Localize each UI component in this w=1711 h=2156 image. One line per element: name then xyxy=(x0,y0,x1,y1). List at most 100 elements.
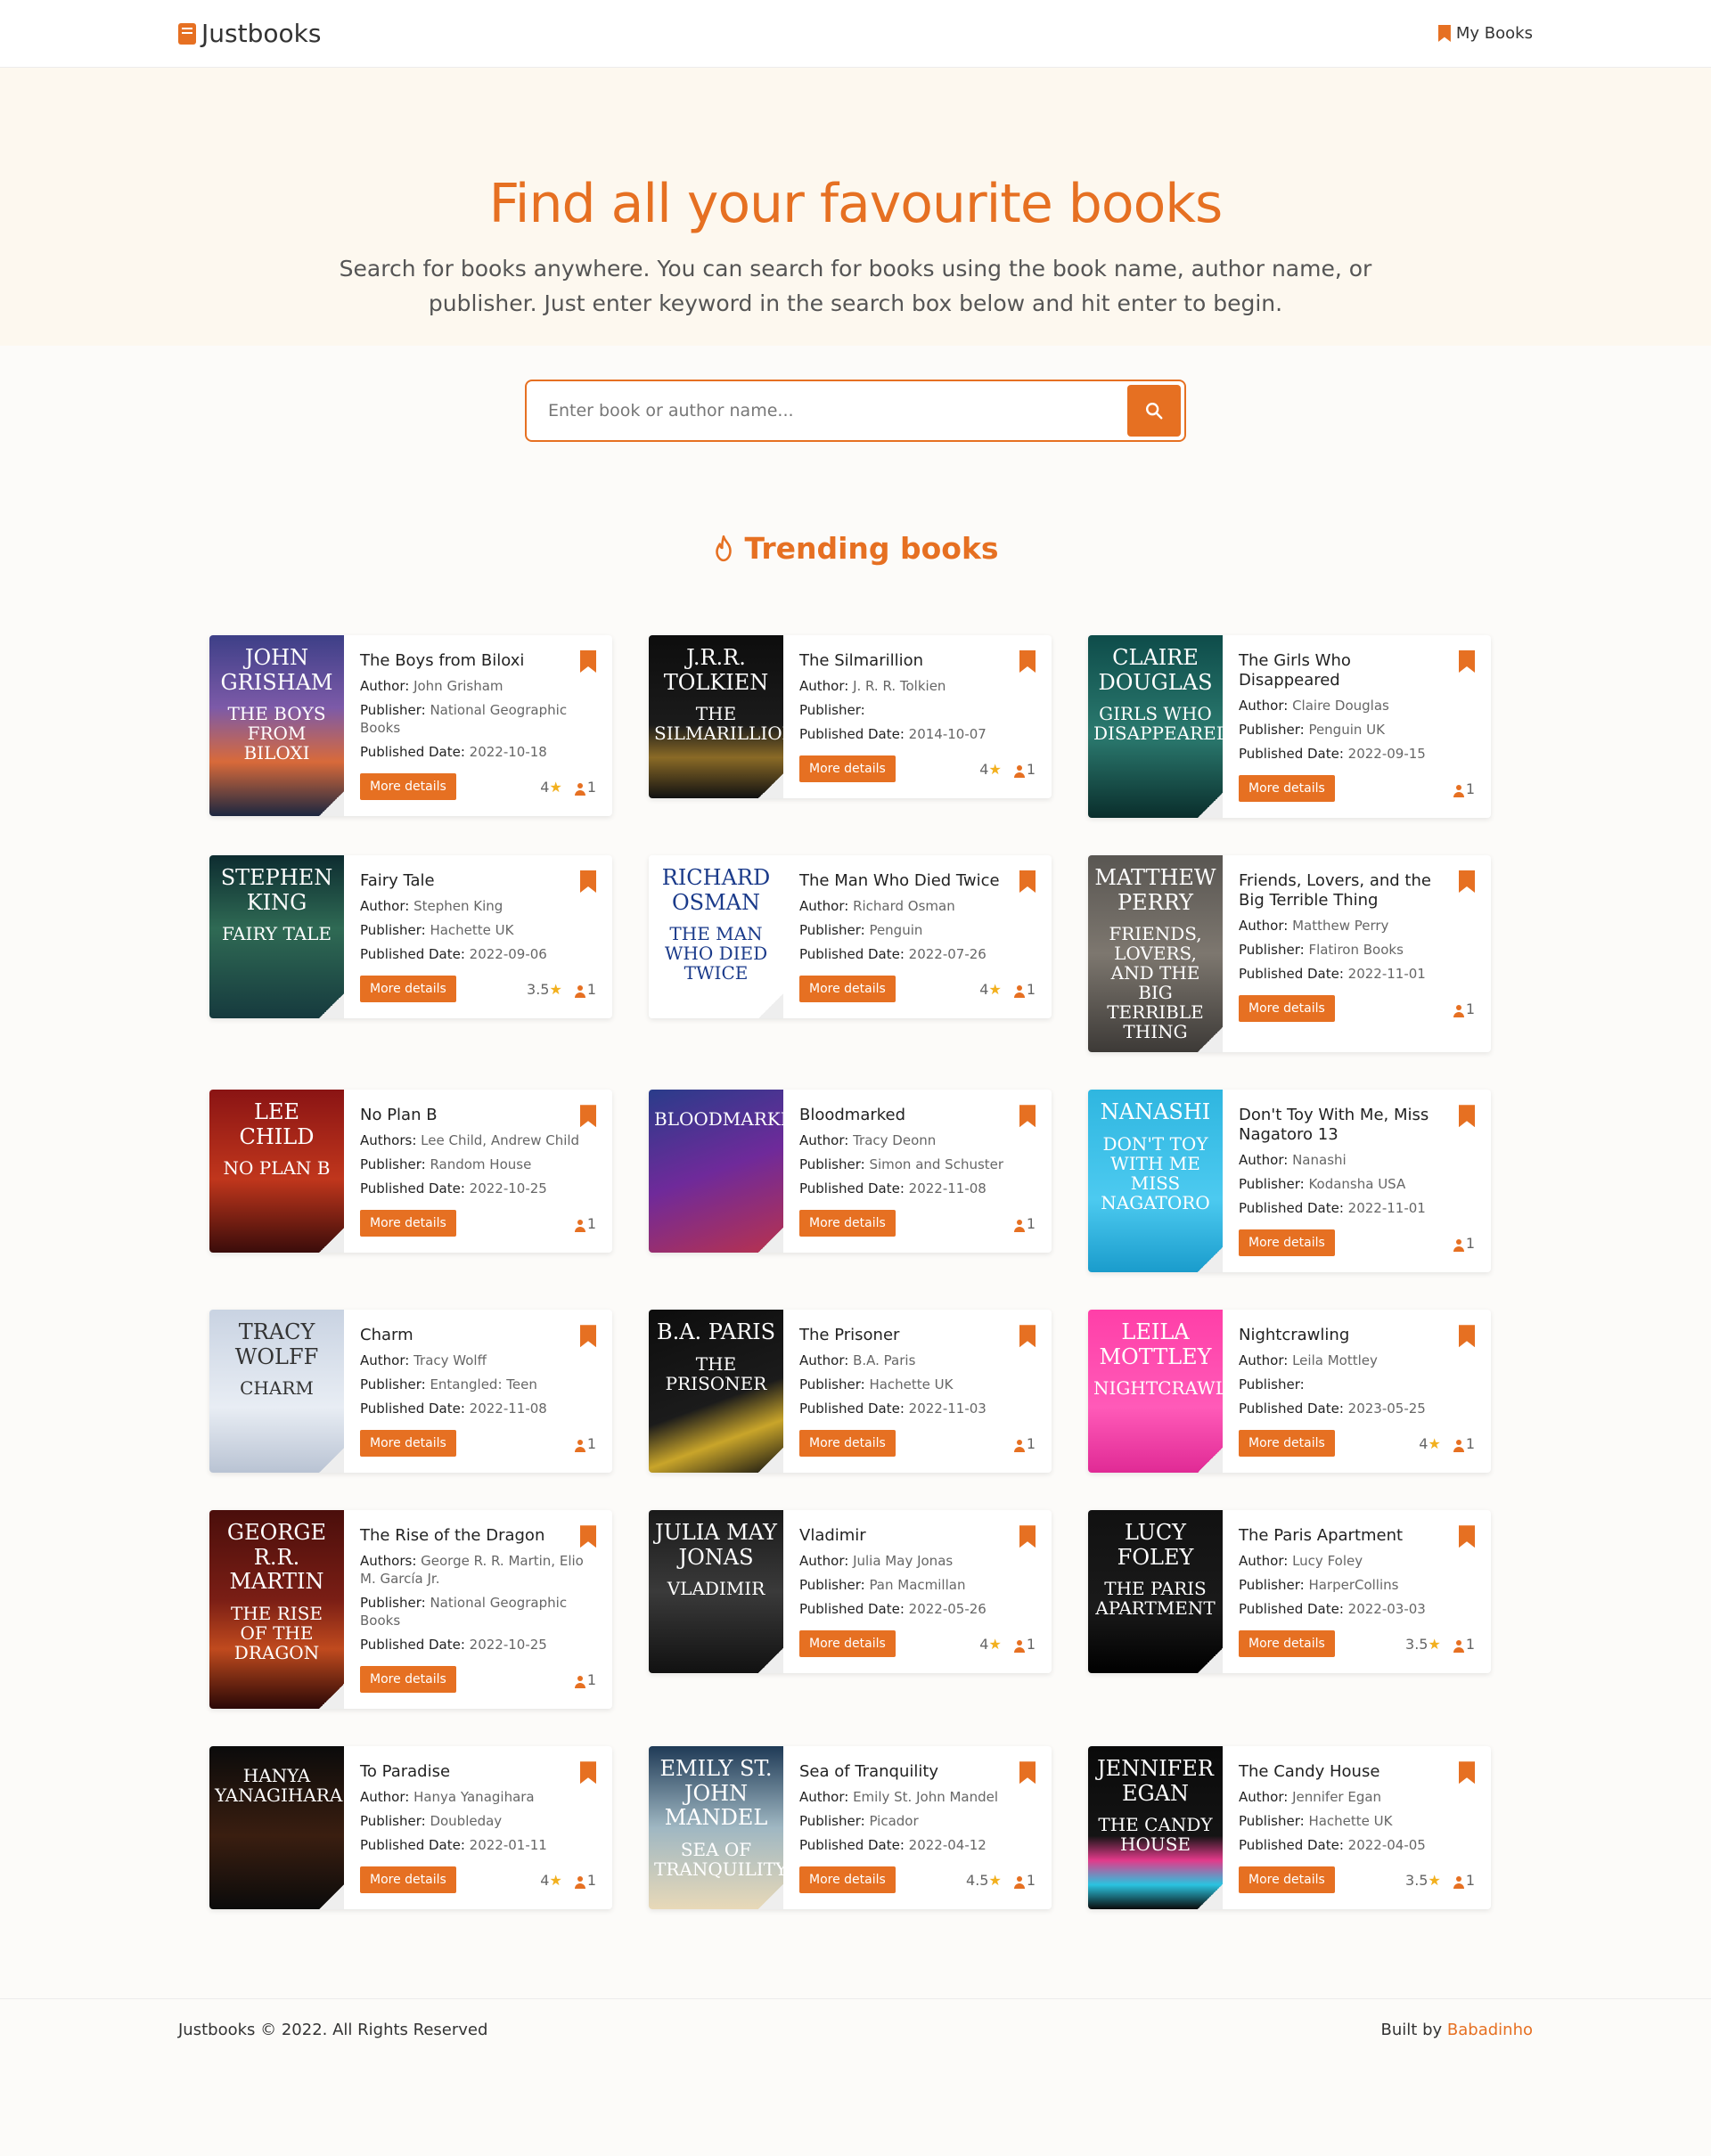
card-footer: More details 4★ 1 xyxy=(799,1630,1036,1658)
book-cover[interactable]: Stephen King Fairy Tale xyxy=(209,855,344,1018)
book-cover[interactable]: John Grisham The Boys from Biloxi xyxy=(209,635,344,816)
author-label: Author: xyxy=(360,1352,410,1369)
more-details-button[interactable]: More details xyxy=(799,1630,896,1658)
published-row: Published Date: 2022-07-26 xyxy=(799,945,1036,963)
more-details-button[interactable]: More details xyxy=(360,1866,456,1894)
publisher-value: Kodansha USA xyxy=(1308,1176,1406,1193)
rating-value: 4 xyxy=(540,778,550,796)
cover-title: Friends, Lovers, and the Big Terrible Th… xyxy=(1107,923,1204,1043)
published-value: 2022-10-25 xyxy=(469,1637,547,1654)
more-details-button[interactable]: More details xyxy=(360,976,456,1002)
book-cover[interactable]: Bloodmarked xyxy=(649,1090,783,1254)
users: 1 xyxy=(1453,1636,1475,1653)
cover-author: Stephen King xyxy=(220,865,333,915)
users: 1 xyxy=(1013,761,1036,778)
author-row: Author: Claire Douglas xyxy=(1239,697,1475,715)
book-cover[interactable]: J.R.R. Tolkien The Silmarillion xyxy=(649,635,783,798)
author-label: Author: xyxy=(360,678,410,694)
book-meta: 4★ 1 xyxy=(540,1872,596,1889)
more-details-button[interactable]: More details xyxy=(799,755,896,782)
book-info: Vladimir Author: Julia May Jonas Publish… xyxy=(783,1510,1052,1673)
brand-logo[interactable]: Justbooks xyxy=(178,19,321,48)
book-cover[interactable]: Jennifer Egan The Candy House xyxy=(1088,1746,1223,1910)
more-details-button[interactable]: More details xyxy=(1239,775,1335,802)
book-grid: John Grisham The Boys from Biloxi The Bo… xyxy=(209,635,1502,1947)
more-details-button[interactable]: More details xyxy=(1239,1630,1335,1658)
rating-value: 4.5 xyxy=(966,1871,989,1889)
book-cover[interactable]: Tracy Wolff Charm xyxy=(209,1310,344,1474)
page-curl xyxy=(1198,1648,1223,1674)
user-icon xyxy=(1013,764,1025,778)
more-details-button[interactable]: More details xyxy=(360,1666,456,1694)
my-books-link[interactable]: My Books xyxy=(1437,24,1533,43)
publisher-label: Publisher: xyxy=(1239,942,1305,958)
author-row: Author: Matthew Perry xyxy=(1239,917,1475,935)
more-details-button[interactable]: More details xyxy=(1239,1866,1335,1894)
more-details-button[interactable]: More details xyxy=(360,1430,456,1458)
search-bar xyxy=(0,380,1711,442)
more-details-button[interactable]: More details xyxy=(360,773,456,800)
book-cover[interactable]: George R.R. Martin The Rise of the Drago… xyxy=(209,1510,344,1710)
book-cover[interactable]: Lucy Foley The Paris Apartment xyxy=(1088,1510,1223,1674)
publisher-label: Publisher: xyxy=(360,1156,426,1173)
more-details-button[interactable]: More details xyxy=(1239,995,1335,1022)
user-icon xyxy=(574,984,585,998)
book-cover[interactable]: Emily St. John Mandel Sea of Tranquility xyxy=(649,1746,783,1910)
card-footer: More details 1 xyxy=(360,1210,596,1237)
users: 1 xyxy=(1453,1000,1475,1017)
book-cover[interactable]: Claire Douglas Girls Who Disappeared xyxy=(1088,635,1223,818)
page-curl xyxy=(1198,1448,1223,1474)
book-cover[interactable]: Lee Child No Plan B xyxy=(209,1090,344,1254)
book-info: Fairy Tale Author: Stephen King Publishe… xyxy=(344,855,612,1018)
more-details-button[interactable]: More details xyxy=(799,1210,896,1237)
more-details-button[interactable]: More details xyxy=(1239,1430,1335,1458)
bookmark-icon xyxy=(1437,25,1451,42)
users-count: 1 xyxy=(1465,1635,1475,1653)
rating-value: 4 xyxy=(540,1871,550,1889)
publisher-row: Publisher: Doubleday xyxy=(360,1812,596,1830)
search-button[interactable] xyxy=(1127,385,1181,437)
more-details-button[interactable]: More details xyxy=(799,976,896,1002)
more-details-button[interactable]: More details xyxy=(799,1866,896,1894)
users: 1 xyxy=(574,1435,596,1452)
more-details-button[interactable]: More details xyxy=(1239,1229,1335,1257)
author-value: Tracy Wolff xyxy=(413,1352,487,1369)
author-row: Author: Hanya Yanagihara xyxy=(360,1788,596,1806)
cover-author: J.R.R. Tolkien xyxy=(663,645,769,695)
publisher-row: Publisher: Picador xyxy=(799,1812,1036,1830)
rating: 4★ xyxy=(979,761,1002,778)
publisher-label: Publisher: xyxy=(1239,1376,1305,1393)
book-cover[interactable]: Richard Osman The Man Who Died Twice xyxy=(649,855,783,1018)
rating: 4★ xyxy=(540,779,562,796)
search-input[interactable] xyxy=(530,385,1127,437)
book-cover[interactable]: Leila Mottley Nightcrawling xyxy=(1088,1310,1223,1474)
published-label: Published Date: xyxy=(1239,1200,1344,1217)
cover-title: The Silmarillion xyxy=(654,703,783,745)
author-link[interactable]: Babadinho xyxy=(1447,2021,1533,2039)
book-card: Claire Douglas Girls Who Disappeared The… xyxy=(1088,635,1491,818)
star-icon: ★ xyxy=(988,980,1002,998)
cover-author: Matthew Perry xyxy=(1094,865,1216,915)
publisher-row: Publisher: Flatiron Books xyxy=(1239,941,1475,959)
built-by: Built by Babadinho xyxy=(1381,2021,1533,2039)
more-details-button[interactable]: More details xyxy=(360,1210,456,1237)
book-cover[interactable]: Nanashi Don't Toy With Me Miss Nagatoro xyxy=(1088,1090,1223,1273)
built-by-label: Built by xyxy=(1380,2021,1443,2040)
book-cover[interactable]: Julia May Jonas Vladimir xyxy=(649,1510,783,1674)
book-card: Bloodmarked Bloodmarked Author: Tracy De… xyxy=(649,1090,1052,1254)
book-cover[interactable]: Hanya Yanagihara xyxy=(209,1746,344,1910)
publisher-label: Publisher: xyxy=(360,922,426,938)
publisher-label: Publisher: xyxy=(1239,722,1305,738)
book-title: The Prisoner xyxy=(799,1326,900,1345)
book-cover[interactable]: Matthew Perry Friends, Lovers, and the B… xyxy=(1088,855,1223,1053)
more-details-button[interactable]: More details xyxy=(799,1430,896,1458)
publisher-value: HarperCollins xyxy=(1308,1577,1399,1594)
book-cover[interactable]: B.A. Paris The Prisoner xyxy=(649,1310,783,1474)
page-curl xyxy=(1198,1247,1223,1273)
book-title: Nightcrawling xyxy=(1239,1326,1350,1345)
cover-author: Leila Mottley xyxy=(1099,1319,1212,1369)
published-label: Published Date: xyxy=(360,1837,465,1854)
publisher-value: Hachette UK xyxy=(430,922,514,938)
published-value: 2014-10-07 xyxy=(908,726,986,742)
cover-title: Don't Toy With Me Miss Nagatoro xyxy=(1101,1132,1210,1213)
